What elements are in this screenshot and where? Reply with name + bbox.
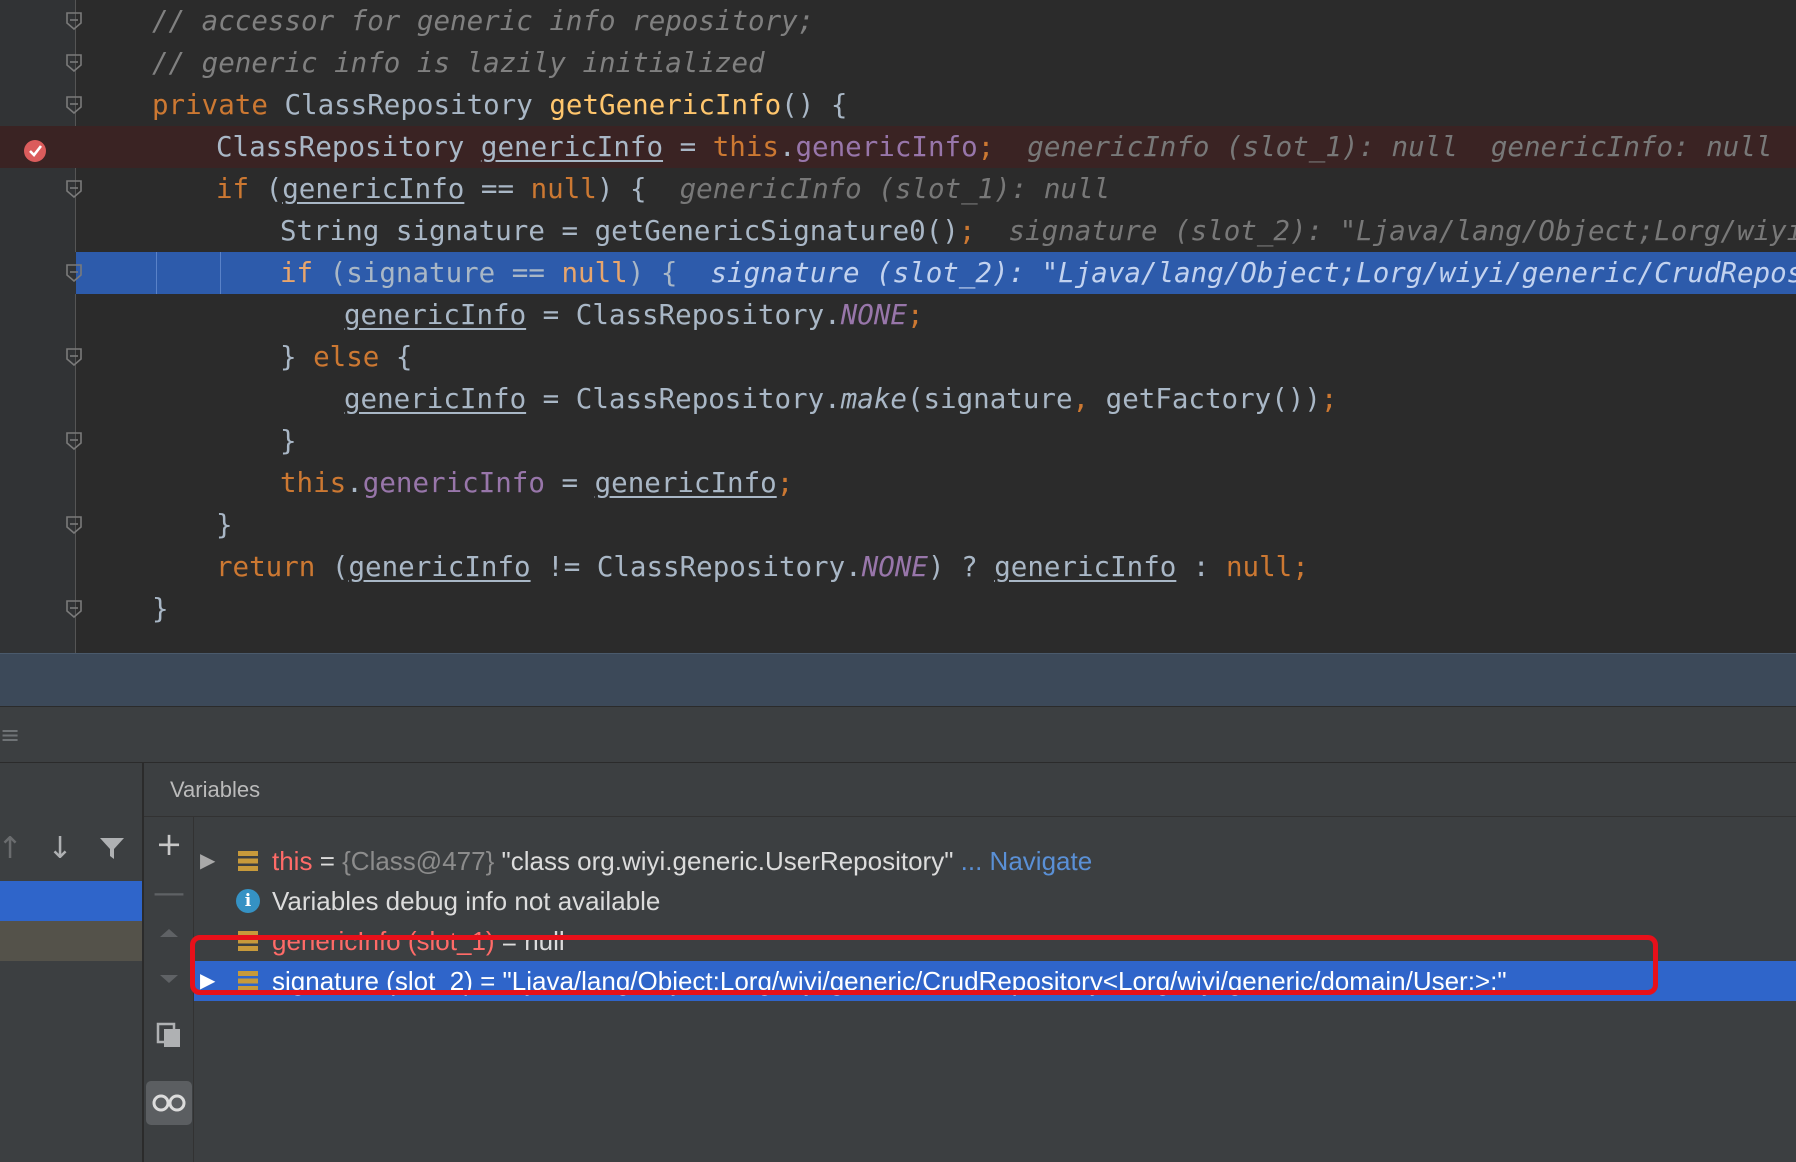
navigate-link[interactable]: ... Navigate [953,846,1093,876]
code-line[interactable]: if (signature == null) { signature (slot… [0,252,1796,294]
field-icon [238,971,258,991]
fold-marker-icon[interactable] [66,180,82,198]
debug-info-message: i Variables debug info not available [194,881,1796,921]
variable-text: signature (slot_2) = "Ljava/lang/Object;… [272,966,1507,996]
code-line[interactable]: // accessor for generic info repository; [0,0,1796,42]
code-line[interactable]: return (genericInfo != ClassRepository.N… [0,546,1796,588]
copy-icon[interactable] [150,1021,188,1059]
field-icon [238,931,258,951]
expand-icon[interactable]: ▶ [200,841,220,881]
frames-panel: ↑ ↓ [0,763,143,1162]
code-line[interactable]: ClassRepository genericInfo = this.gener… [0,126,1796,168]
fold-marker-icon[interactable] [66,54,82,72]
fold-marker-icon[interactable] [66,516,82,534]
code-line[interactable]: // generic info is lazily initialized [0,42,1796,84]
remove-watch-icon[interactable]: — [150,873,188,911]
fold-marker-icon[interactable] [66,96,82,114]
variables-header: Variables [144,763,1796,817]
fold-marker-icon[interactable] [66,12,82,30]
debug-toolbar: ≡ [0,706,1796,763]
arrow-up-icon[interactable]: ↑ [0,831,28,867]
code-line[interactable]: } else { [0,336,1796,378]
variable-row-genericinfo[interactable]: genericInfo (slot_1) = null [194,921,1796,961]
show-watches-icon[interactable] [146,1081,192,1125]
frame-item-selected[interactable] [0,881,142,921]
move-down-icon[interactable] [150,967,188,1005]
code-line[interactable]: genericInfo = ClassRepository.make(signa… [0,378,1796,420]
variable-row-this[interactable]: ▶ this = {Class@477} "class org.wiyi.gen… [194,841,1796,881]
code-line[interactable]: genericInfo = ClassRepository.NONE; [0,294,1796,336]
fold-marker-icon[interactable] [66,600,82,618]
variables-title: Variables [170,777,261,802]
code-line[interactable]: this.genericInfo = genericInfo; [0,462,1796,504]
code-line[interactable]: if (genericInfo == null) { genericInfo (… [0,168,1796,210]
code-line[interactable]: String signature = getGenericSignature0(… [0,210,1796,252]
code-line[interactable]: private ClassRepository getGenericInfo()… [0,84,1796,126]
debug-tab-icon[interactable]: ≡ [0,721,20,749]
fold-marker-icon[interactable] [66,348,82,366]
variable-text: this = {Class@477} "class org.wiyi.gener… [272,846,1093,876]
variable-text: genericInfo (slot_1) = null [272,926,565,956]
code-editor[interactable]: // accessor for generic info repository;… [0,0,1796,653]
add-watch-icon[interactable]: + [150,825,188,863]
frame-item[interactable] [0,921,142,961]
breakpoint-icon[interactable] [22,134,48,162]
panel-splitter[interactable] [0,653,1796,706]
fold-marker-icon[interactable] [66,432,82,450]
code-line[interactable]: } [0,504,1796,546]
variables-list: ▶ this = {Class@477} "class org.wiyi.gen… [194,817,1796,1162]
expand-icon[interactable]: ▶ [200,961,220,1001]
field-icon [238,851,258,871]
filter-icon[interactable] [94,833,130,869]
info-icon: i [236,889,260,913]
arrow-down-icon[interactable]: ↓ [42,831,78,867]
variables-toolbar: + — [144,817,194,1162]
code-line[interactable]: } [0,420,1796,462]
variable-row-signature[interactable]: ▶ signature (slot_2) = "Ljava/lang/Objec… [194,961,1796,1001]
code-line[interactable]: } [0,588,1796,630]
move-up-icon[interactable] [150,921,188,959]
fold-marker-icon[interactable] [66,264,82,282]
